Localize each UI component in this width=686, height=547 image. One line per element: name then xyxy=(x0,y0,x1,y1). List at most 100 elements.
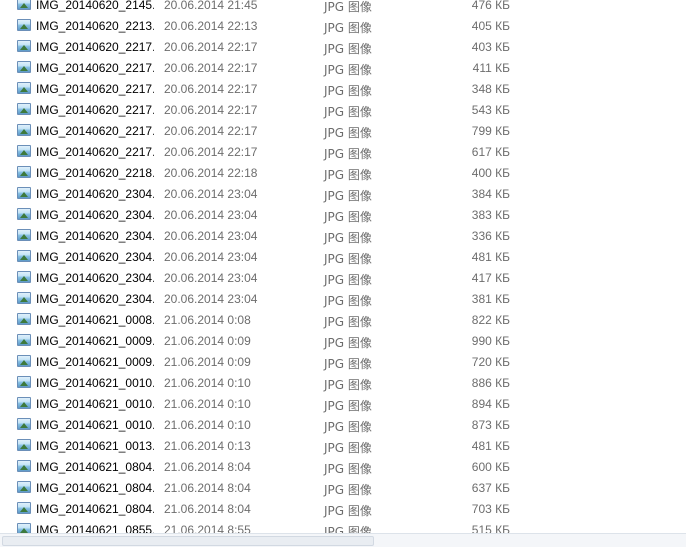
file-date-modified: 20.06.2014 22:17 xyxy=(164,103,258,117)
file-row[interactable]: IMG_20140620_2304... 20.06.2014 23:04 JPG … xyxy=(0,268,686,289)
image-file-icon xyxy=(17,397,31,409)
file-size: 481 КБ xyxy=(471,439,510,453)
file-row[interactable]: IMG_20140621_0009... 21.06.2014 0:09 JPG 图… xyxy=(0,331,686,352)
file-row[interactable]: IMG_20140620_2213... 20.06.2014 22:13 JPG … xyxy=(0,16,686,37)
file-size: 381 КБ xyxy=(471,292,510,306)
image-file-icon xyxy=(17,40,31,52)
file-name: IMG_20140620_2217... xyxy=(36,61,154,75)
file-row[interactable]: IMG_20140621_0008... 21.06.2014 0:08 JPG 图… xyxy=(0,310,686,331)
file-row[interactable]: IMG_20140621_0804... 21.06.2014 8:04 JPG 图… xyxy=(0,457,686,478)
file-size: 600 КБ xyxy=(471,460,510,474)
file-name: IMG_20140621_0804... xyxy=(36,502,154,516)
file-row[interactable]: IMG_20140621_0804... 21.06.2014 8:04 JPG 图… xyxy=(0,478,686,499)
file-row[interactable]: IMG_20140620_2304... 20.06.2014 23:04 JPG … xyxy=(0,247,686,268)
file-date-modified: 20.06.2014 22:17 xyxy=(164,61,258,75)
image-file-icon xyxy=(17,439,31,451)
file-row[interactable]: IMG_20140620_2217... 20.06.2014 22:17 JPG … xyxy=(0,79,686,100)
file-row[interactable]: IMG_20140621_0804... 21.06.2014 8:04 JPG 图… xyxy=(0,499,686,520)
image-file-icon xyxy=(17,187,31,199)
file-size: 411 КБ xyxy=(472,61,510,75)
file-date-modified: 20.06.2014 22:17 xyxy=(164,145,258,159)
image-file-icon xyxy=(17,481,31,493)
file-name: IMG_20140621_0010... xyxy=(36,397,154,411)
file-row[interactable]: IMG_20140620_2304... 20.06.2014 23:04 JPG … xyxy=(0,184,686,205)
file-date-modified: 20.06.2014 22:18 xyxy=(164,166,258,180)
file-date-modified: 20.06.2014 23:04 xyxy=(164,271,258,285)
file-row[interactable]: IMG_20140620_2217... 20.06.2014 22:17 JPG … xyxy=(0,37,686,58)
file-size: 637 КБ xyxy=(471,481,510,495)
file-type: JPG 图像 xyxy=(324,441,372,455)
file-row[interactable]: IMG_20140620_2217... 20.06.2014 22:17 JPG … xyxy=(0,142,686,163)
file-type: JPG 图像 xyxy=(324,105,372,119)
file-name: IMG_20140621_0008... xyxy=(36,313,154,327)
file-row[interactable]: IMG_20140620_2217... 20.06.2014 22:17 JPG … xyxy=(0,100,686,121)
image-file-icon xyxy=(17,271,31,283)
file-date-modified: 20.06.2014 23:04 xyxy=(164,250,258,264)
scrollbar-thumb[interactable] xyxy=(2,536,374,546)
file-type: JPG 图像 xyxy=(324,0,372,14)
file-date-modified: 21.06.2014 0:09 xyxy=(164,334,251,348)
file-row[interactable]: IMG_20140620_2218... 20.06.2014 22:18 JPG … xyxy=(0,163,686,184)
file-row[interactable]: IMG_20140621_0013... 21.06.2014 0:13 JPG 图… xyxy=(0,436,686,457)
file-date-modified: 21.06.2014 0:10 xyxy=(164,376,251,390)
file-date-modified: 20.06.2014 22:17 xyxy=(164,124,258,138)
file-type: JPG 图像 xyxy=(324,462,372,476)
file-size: 822 КБ xyxy=(471,313,510,327)
file-type: JPG 图像 xyxy=(324,357,372,371)
file-type: JPG 图像 xyxy=(324,504,372,518)
image-file-icon xyxy=(17,145,31,157)
file-row[interactable]: IMG_20140620_2217... 20.06.2014 22:17 JPG … xyxy=(0,58,686,79)
file-size: 703 КБ xyxy=(471,502,510,516)
horizontal-scrollbar[interactable] xyxy=(0,533,686,547)
file-name: IMG_20140620_2217... xyxy=(36,145,154,159)
image-file-icon xyxy=(17,292,31,304)
file-type: JPG 图像 xyxy=(324,315,372,329)
file-row[interactable]: IMG_20140620_2217... 20.06.2014 22:17 JPG … xyxy=(0,121,686,142)
file-name: IMG_20140620_2217... xyxy=(36,124,154,138)
file-size: 543 КБ xyxy=(471,103,510,117)
file-type: JPG 图像 xyxy=(324,21,372,35)
image-file-icon xyxy=(17,313,31,325)
file-row[interactable]: IMG_20140620_2304... 20.06.2014 23:04 JPG … xyxy=(0,205,686,226)
file-name: IMG_20140620_2217... xyxy=(36,103,154,117)
file-date-modified: 21.06.2014 0:08 xyxy=(164,313,251,327)
file-row[interactable]: IMG_20140621_0010... 21.06.2014 0:10 JPG 图… xyxy=(0,415,686,436)
image-file-icon xyxy=(17,19,31,31)
file-row[interactable]: IMG_20140620_2145... 20.06.2014 21:45 JPG … xyxy=(0,0,686,16)
file-date-modified: 20.06.2014 23:04 xyxy=(164,187,258,201)
image-file-icon xyxy=(17,208,31,220)
file-row[interactable]: IMG_20140621_0010... 21.06.2014 0:10 JPG 图… xyxy=(0,394,686,415)
file-date-modified: 21.06.2014 8:04 xyxy=(164,481,251,495)
file-size: 617 КБ xyxy=(471,145,510,159)
file-name: IMG_20140620_2217... xyxy=(36,82,154,96)
file-name: IMG_20140620_2213... xyxy=(36,19,154,33)
file-size: 894 КБ xyxy=(471,397,510,411)
file-type: JPG 图像 xyxy=(324,231,372,245)
file-date-modified: 21.06.2014 8:04 xyxy=(164,460,251,474)
file-row[interactable]: IMG_20140621_0010... 21.06.2014 0:10 JPG 图… xyxy=(0,373,686,394)
file-size: 405 КБ xyxy=(471,19,510,33)
image-file-icon xyxy=(17,334,31,346)
image-file-icon xyxy=(17,124,31,136)
file-name: IMG_20140620_2217... xyxy=(36,40,154,54)
file-name: IMG_20140621_0010... xyxy=(36,418,154,432)
file-name: IMG_20140621_0010... xyxy=(36,376,154,390)
file-type: JPG 图像 xyxy=(324,126,372,140)
file-row[interactable]: IMG_20140620_2304... 20.06.2014 23:04 JPG … xyxy=(0,289,686,310)
file-size: 799 КБ xyxy=(471,124,510,138)
file-name: IMG_20140620_2145... xyxy=(36,0,154,12)
file-type: JPG 图像 xyxy=(324,147,372,161)
image-file-icon xyxy=(17,229,31,241)
file-name: IMG_20140621_0013... xyxy=(36,439,154,453)
file-row[interactable]: IMG_20140620_2304... 20.06.2014 23:04 JPG … xyxy=(0,226,686,247)
file-row[interactable]: IMG_20140621_0009... 21.06.2014 0:09 JPG 图… xyxy=(0,352,686,373)
file-size: 348 КБ xyxy=(471,82,510,96)
file-type: JPG 图像 xyxy=(324,252,372,266)
file-name: IMG_20140620_2304... xyxy=(36,292,154,306)
file-size: 384 КБ xyxy=(471,187,510,201)
file-type: JPG 图像 xyxy=(324,168,372,182)
image-file-icon xyxy=(17,460,31,472)
image-file-icon xyxy=(17,418,31,430)
file-date-modified: 21.06.2014 0:10 xyxy=(164,418,251,432)
image-file-icon xyxy=(17,376,31,388)
